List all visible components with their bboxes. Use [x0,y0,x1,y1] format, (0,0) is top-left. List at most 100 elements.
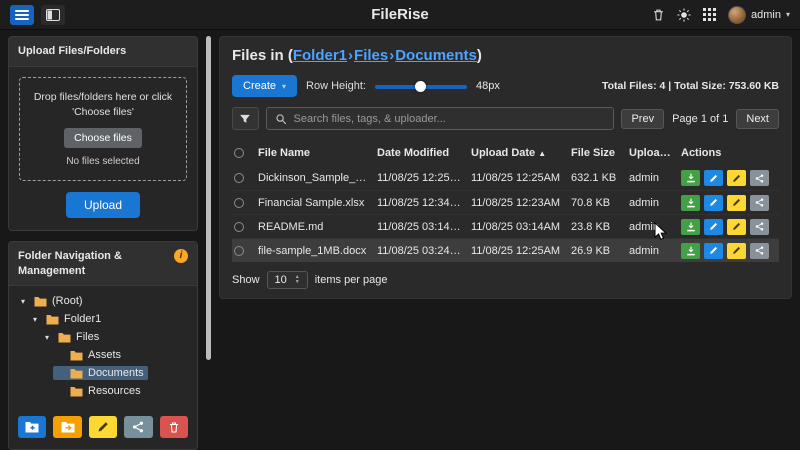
share-button[interactable] [750,243,769,259]
file-list-card: Files in (Folder1›Files›Documents) Creat… [219,36,792,299]
tree-caret-icon[interactable]: ▾ [21,297,29,306]
col-file-name[interactable]: File Name [258,147,377,159]
folder-icon [70,386,83,397]
create-folder-button[interactable] [18,416,46,438]
tree-item-documents[interactable]: Documents [53,366,148,380]
choose-files-button[interactable]: Choose files [64,128,142,148]
row-checkbox[interactable] [234,246,244,256]
uploader: admin [629,197,681,209]
breadcrumb-link-folder1[interactable]: Folder1 [293,47,347,64]
table-row[interactable]: Financial Sample.xlsx 11/08/25 12:34AM 1… [232,190,779,214]
folder-nav-card: Folder Navigation & Management i ▾ (Root… [8,241,198,450]
pencil-icon [732,246,741,255]
tree-item-root[interactable]: ▾ (Root) [17,294,87,308]
col-uploader[interactable]: Uploader [629,147,681,159]
file-name[interactable]: file-sample_1MB.docx [258,245,377,257]
download-button[interactable] [681,243,700,259]
apps-grid-icon[interactable] [703,8,716,21]
breadcrumb-link-documents[interactable]: Documents [395,47,477,64]
pager: Prev Page 1 of 1 Next [621,109,779,129]
items-per-page-select[interactable]: 10 ▲▼ [267,271,308,289]
user-menu[interactable]: admin ▾ [728,6,790,24]
rename-button[interactable] [727,170,746,186]
table-row[interactable]: Dickinson_Sample_Slides.pptx 11/08/25 12… [232,166,779,190]
pencil-icon [97,421,109,433]
share-folder-button[interactable] [124,416,152,438]
slider-thumb[interactable] [415,81,426,92]
upload-date: 11/08/25 12:25AM [471,172,571,184]
row-checkbox[interactable] [234,198,244,208]
tree-item-label: Resources [88,385,141,397]
tree-item-files[interactable]: ▾ Files [41,330,103,344]
tree-item-label: Documents [88,367,144,379]
row-checkbox[interactable] [234,173,244,183]
create-button[interactable]: Create ▾ [232,75,297,97]
upload-date: 11/08/25 12:23AM [471,197,571,209]
info-icon[interactable]: i [174,249,188,263]
file-size: 70.8 KB [571,197,629,209]
search-input[interactable] [294,113,606,125]
edit-button[interactable] [704,243,723,259]
download-button[interactable] [681,195,700,211]
rename-button[interactable] [727,219,746,235]
upload-button[interactable]: Upload [66,192,140,218]
top-header: FileRise admin ▾ [0,0,800,30]
uploader: admin [629,221,681,233]
row-height-slider[interactable] [375,80,467,93]
row-actions [681,219,777,235]
col-file-size[interactable]: File Size [571,147,629,159]
download-button[interactable] [681,219,700,235]
tree-item-resources[interactable]: Resources [53,384,145,398]
uploader: admin [629,245,681,257]
breadcrumb-link-files[interactable]: Files [354,47,388,64]
search-row: Prev Page 1 of 1 Next [232,107,779,130]
upload-date: 11/08/25 12:25AM [471,245,571,257]
theme-sun-icon[interactable] [677,8,691,22]
edit-button[interactable] [704,170,723,186]
col-upload-date[interactable]: Upload Date▲ [471,147,571,159]
download-icon [686,198,696,208]
move-folder-button[interactable] [53,416,81,438]
trash-icon[interactable] [652,8,665,22]
next-page-button[interactable]: Next [736,109,779,129]
rename-folder-button[interactable] [89,416,117,438]
scrollbar-thumb[interactable] [206,36,211,360]
share-button[interactable] [750,195,769,211]
date-modified: 11/08/25 03:24AM [377,245,471,257]
folder-nav-title: Folder Navigation & Management [18,249,168,279]
toggle-sidebar-button[interactable] [41,5,65,25]
tree-item-assets[interactable]: Assets [53,348,125,362]
filter-button[interactable] [232,107,259,130]
download-button[interactable] [681,170,700,186]
tree-item-folder1[interactable]: ▾ Folder1 [29,312,105,326]
avatar [728,6,746,24]
share-button[interactable] [750,219,769,235]
file-name[interactable]: Dickinson_Sample_Slides.pptx [258,172,377,184]
file-name[interactable]: Financial Sample.xlsx [258,197,377,209]
items-per-page-label: items per page [315,274,388,286]
share-icon [755,222,764,231]
rename-button[interactable] [727,243,746,259]
share-icon [755,198,764,207]
edit-button[interactable] [704,219,723,235]
edit-button[interactable] [704,195,723,211]
menu-button[interactable] [10,5,34,25]
folder-nav-header: Folder Navigation & Management i [9,242,197,287]
delete-folder-button[interactable] [160,416,188,438]
tree-caret-icon[interactable]: ▾ [45,333,53,342]
file-dropzone[interactable]: Drop files/folders here or click 'Choose… [19,77,187,181]
pencil-icon [709,174,718,183]
pencil-icon [732,222,741,231]
select-all-checkbox[interactable] [234,148,244,158]
file-name[interactable]: README.md [258,221,377,233]
table-row[interactable]: README.md 11/08/25 03:14AM 11/08/25 03:1… [232,214,779,238]
rename-button[interactable] [727,195,746,211]
row-checkbox[interactable] [234,222,244,232]
col-date-modified[interactable]: Date Modified [377,147,471,159]
pencil-icon [732,198,741,207]
tree-caret-icon[interactable]: ▾ [33,315,41,324]
share-button[interactable] [750,170,769,186]
table-row[interactable]: file-sample_1MB.docx 11/08/25 03:24AM 11… [232,238,779,262]
sidebar-panel-icon [46,9,60,21]
prev-page-button[interactable]: Prev [621,109,664,129]
